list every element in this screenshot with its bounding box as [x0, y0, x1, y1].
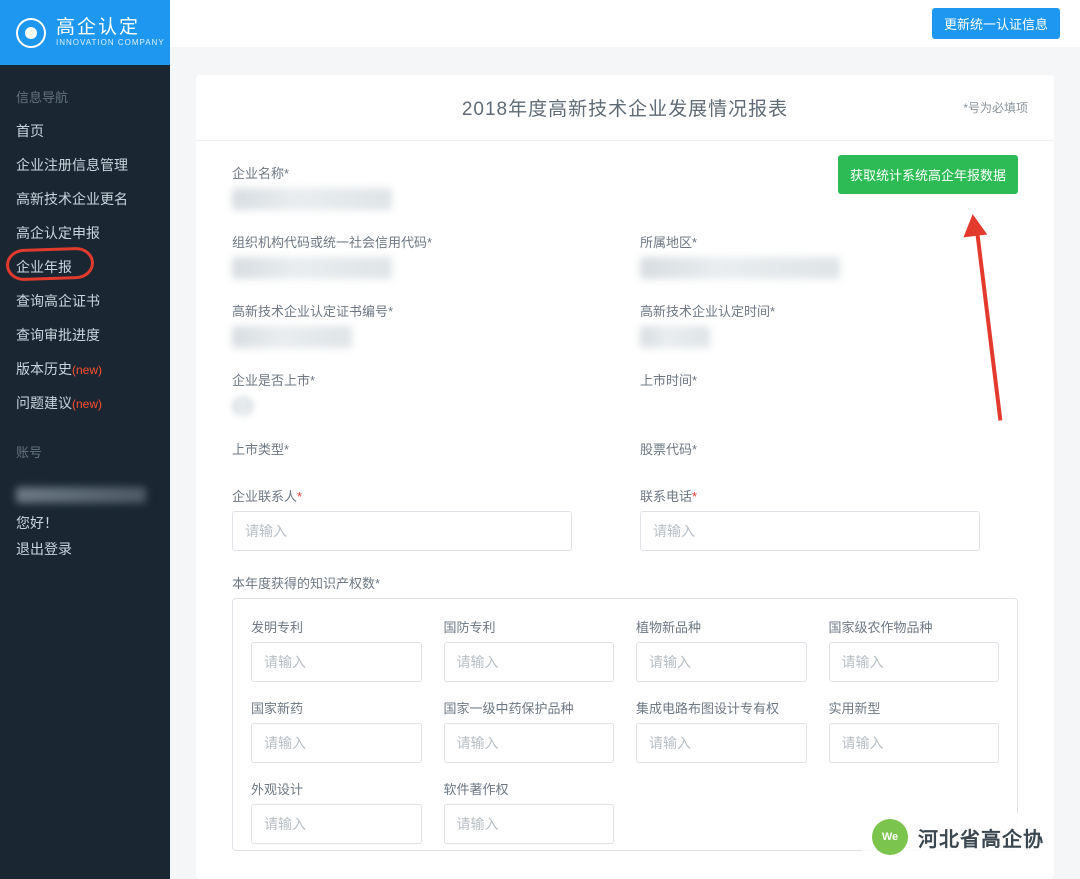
update-auth-button[interactable]: 更新统一认证信息 [932, 8, 1060, 39]
label-is-listed: 企业是否上市* [232, 370, 610, 389]
required-note: *号为必填项 [963, 99, 1028, 116]
ip-input-invention-patent[interactable] [251, 642, 422, 682]
brand-logo-icon [16, 18, 46, 48]
ip-input-software-copyright[interactable] [444, 804, 615, 844]
ip-label: 软件著作权 [444, 779, 615, 798]
ip-label: 实用新型 [829, 698, 1000, 717]
ip-label: 外观设计 [251, 779, 422, 798]
sidebar-item-label: 高企认定申报 [16, 225, 100, 241]
sidebar-item-apply[interactable]: 高企认定申报 [0, 216, 170, 250]
form: 获取统计系统高企年报数据 企业名称* 组织机构代码或统一社会信用代码* 所属地区… [196, 141, 1054, 851]
nav-group-info: 信息导航 [0, 65, 170, 114]
sidebar-item-register-info[interactable]: 企业注册信息管理 [0, 148, 170, 182]
fetch-stats-button[interactable]: 获取统计系统高企年报数据 [838, 155, 1018, 194]
value-is-listed-masked [232, 395, 254, 417]
sidebar-item-label: 版本历史 [16, 361, 72, 377]
label-list-time: 上市时间* [640, 370, 1018, 389]
page-title: 2018年度高新技术企业发展情况报表 [462, 94, 788, 121]
ip-label: 国家一级中药保护品种 [444, 698, 615, 717]
ip-label: 国家级农作物品种 [829, 617, 1000, 636]
label-cert-time: 高新技术企业认定时间* [640, 301, 1018, 320]
sidebar-item-label: 首页 [16, 123, 44, 139]
label-cert-no: 高新技术企业认定证书编号* [232, 301, 610, 320]
topbar: 更新统一认证信息 [170, 0, 1080, 47]
ip-input-ic-layout[interactable] [636, 723, 807, 763]
contact-phone-input[interactable] [640, 511, 980, 551]
sidebar-item-feedback[interactable]: 问题建议(new) [0, 386, 170, 420]
ip-grid: 发明专利 国防专利 植物新品种 国家级农作物品种 国家新药 国家一级中药保护品种… [232, 598, 1018, 851]
ip-label: 国家新药 [251, 698, 422, 717]
ip-input-plant-variety[interactable] [636, 642, 807, 682]
main: 更新统一认证信息 2018年度高新技术企业发展情况报表 *号为必填项 获取统计系… [170, 0, 1080, 879]
value-org-code-masked [232, 257, 392, 279]
sidebar-item-label: 问题建议 [16, 395, 72, 411]
label-region: 所属地区* [640, 232, 1018, 251]
ip-input-tcm-protected[interactable] [444, 723, 615, 763]
ip-input-crop-variety[interactable] [829, 642, 1000, 682]
label-list-type: 上市类型* [232, 439, 610, 458]
nav-group-account: 账号 [0, 420, 170, 469]
sidebar-item-rename[interactable]: 高新技术企业更名 [0, 182, 170, 216]
label-ip-section: 本年度获得的知识产权数* [232, 573, 1018, 592]
value-region-masked [640, 257, 840, 279]
brand-subtitle: INNOVATION COMPANY [56, 39, 165, 48]
ip-label: 植物新品种 [636, 617, 807, 636]
sidebar-item-annual-report[interactable]: 企业年报 [0, 250, 170, 284]
ip-label: 发明专利 [251, 617, 422, 636]
value-cert-time-masked [640, 326, 710, 348]
brand-title: 高企认定 [56, 18, 165, 39]
sidebar-item-label: 查询高企证书 [16, 293, 100, 309]
brand: 高企认定 INNOVATION COMPANY [0, 0, 170, 65]
sidebar-item-home[interactable]: 首页 [0, 114, 170, 148]
sidebar-item-query-cert[interactable]: 查询高企证书 [0, 284, 170, 318]
logout-link[interactable]: 退出登录 [0, 535, 88, 563]
sidebar-item-label: 企业注册信息管理 [16, 157, 128, 173]
label-org-code: 组织机构代码或统一社会信用代码* [232, 232, 610, 251]
sidebar-item-label: 查询审批进度 [16, 327, 100, 343]
sidebar-item-label: 高新技术企业更名 [16, 191, 128, 207]
value-cert-no-masked [232, 326, 352, 348]
label-stock-code: 股票代码* [640, 439, 1018, 458]
value-company-name-masked [232, 188, 392, 210]
new-tag: (new) [72, 363, 102, 377]
content-card: 2018年度高新技术企业发展情况报表 *号为必填项 获取统计系统高企年报数据 企… [196, 75, 1054, 879]
ip-input-utility-model[interactable] [829, 723, 1000, 763]
ip-label: 国防专利 [444, 617, 615, 636]
label-contact-phone: 联系电话*联系电话* [640, 486, 1018, 505]
contact-person-input[interactable] [232, 511, 572, 551]
sidebar: 高企认定 INNOVATION COMPANY 信息导航 首页 企业注册信息管理… [0, 0, 170, 879]
label-contact-person: 企业联系人*企业联系人* [232, 486, 610, 505]
ip-input-design-patent[interactable] [251, 804, 422, 844]
ip-label: 集成电路布图设计专有权 [636, 698, 807, 717]
ip-input-defense-patent[interactable] [444, 642, 615, 682]
new-tag: (new) [72, 397, 102, 411]
ip-input-new-drug[interactable] [251, 723, 422, 763]
sidebar-item-version-history[interactable]: 版本历史(new) [0, 352, 170, 386]
username-masked [0, 469, 170, 507]
sidebar-item-label: 企业年报 [16, 259, 72, 275]
sidebar-item-query-progress[interactable]: 查询审批进度 [0, 318, 170, 352]
